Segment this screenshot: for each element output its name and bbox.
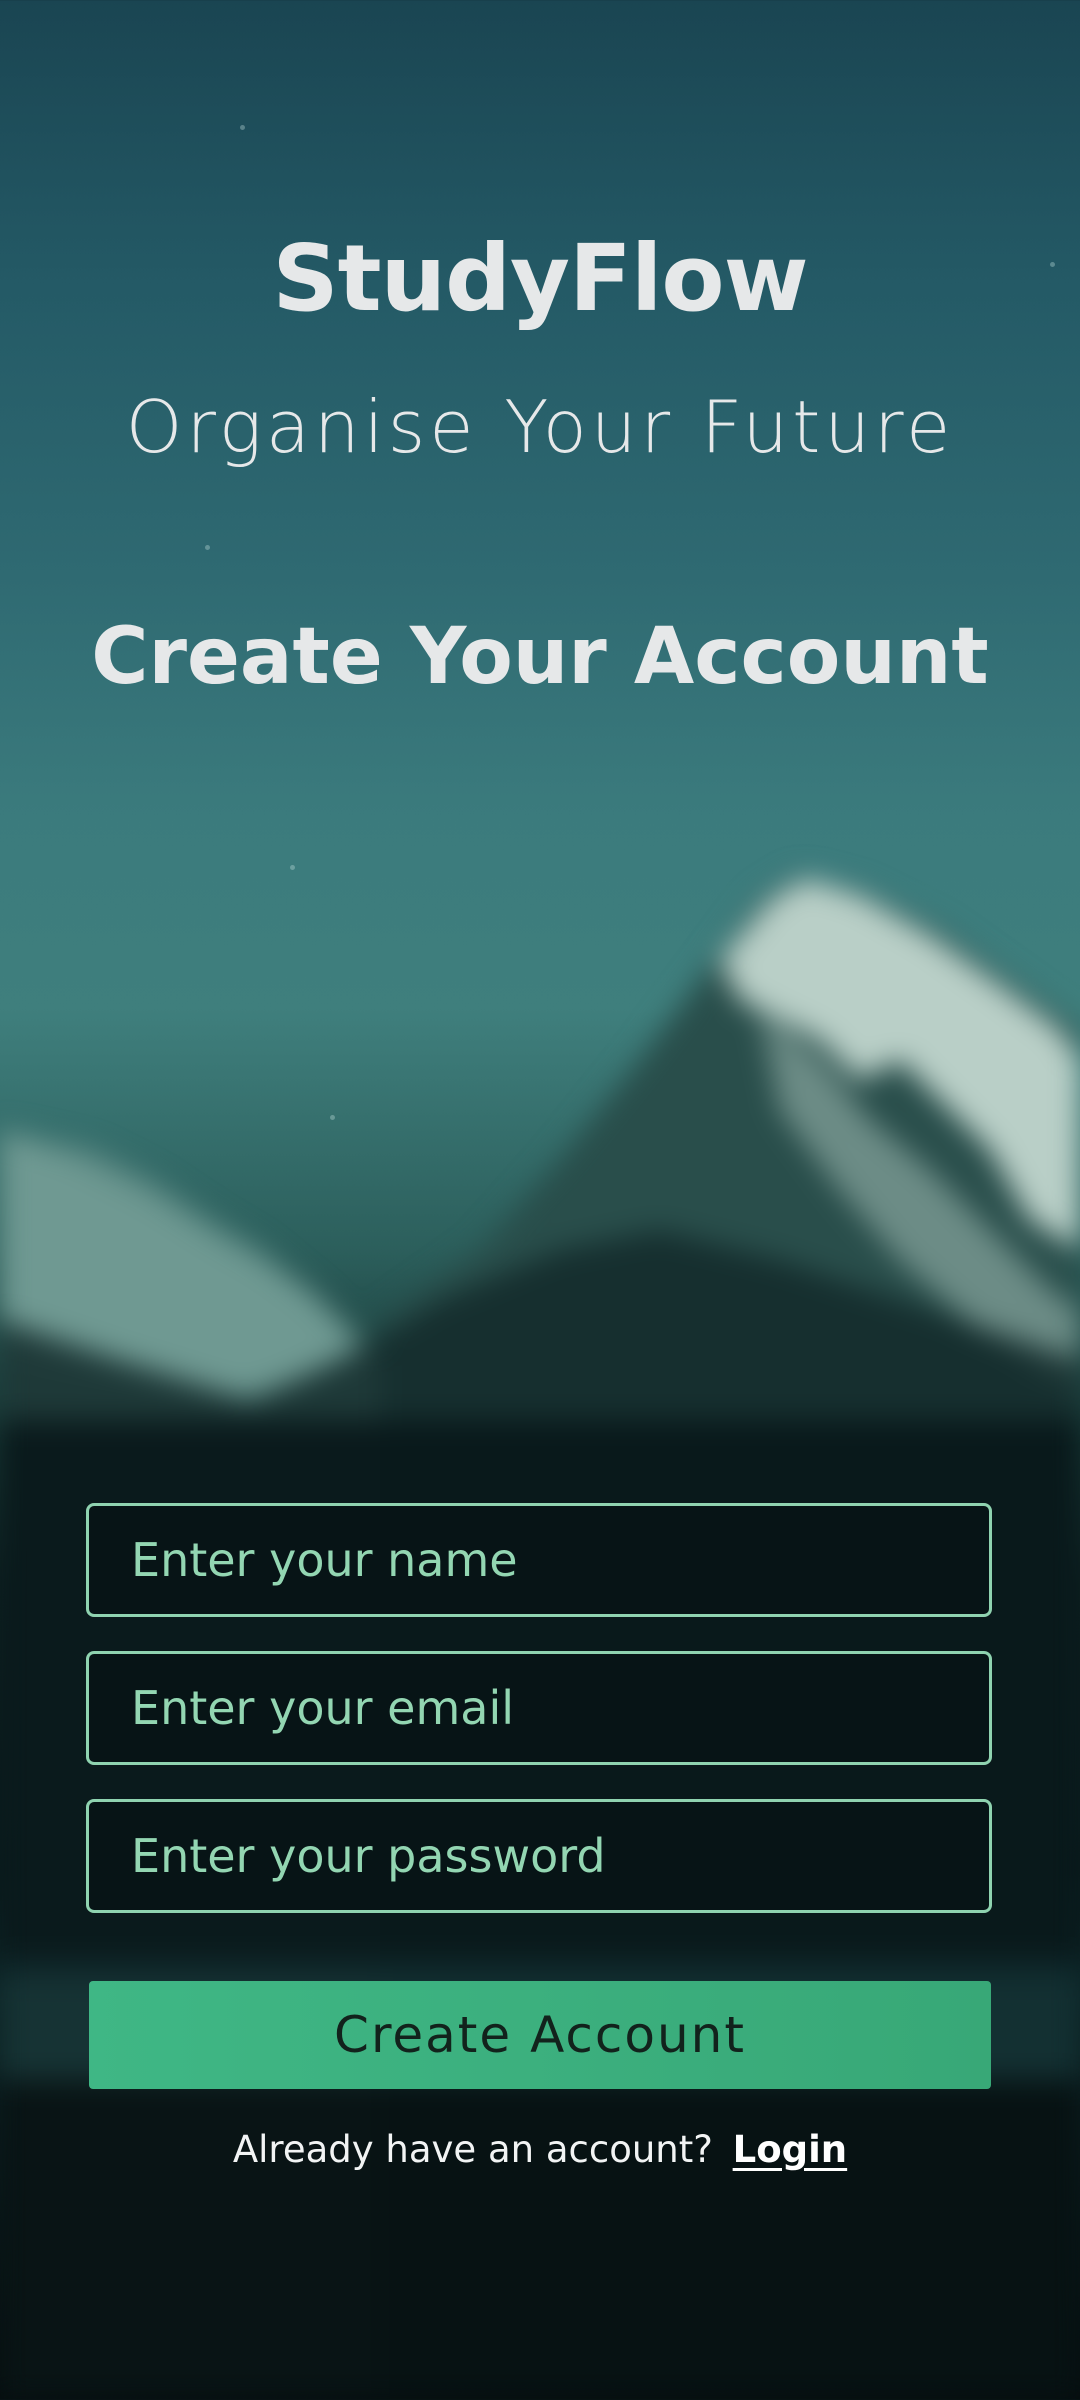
login-link[interactable]: Login — [733, 2128, 848, 2171]
app-title: StudyFlow — [272, 225, 808, 332]
create-account-button[interactable]: Create Account — [89, 1981, 991, 2089]
password-input[interactable] — [86, 1799, 992, 1913]
name-input[interactable] — [86, 1503, 992, 1617]
login-prompt-row: Already have an account? Login — [0, 2128, 1080, 2171]
app-tagline: Organise Your Future — [125, 385, 955, 469]
email-input[interactable] — [86, 1651, 992, 1765]
login-prompt-text: Already have an account? — [232, 2128, 713, 2171]
form-heading: Create Your Account — [91, 612, 989, 702]
